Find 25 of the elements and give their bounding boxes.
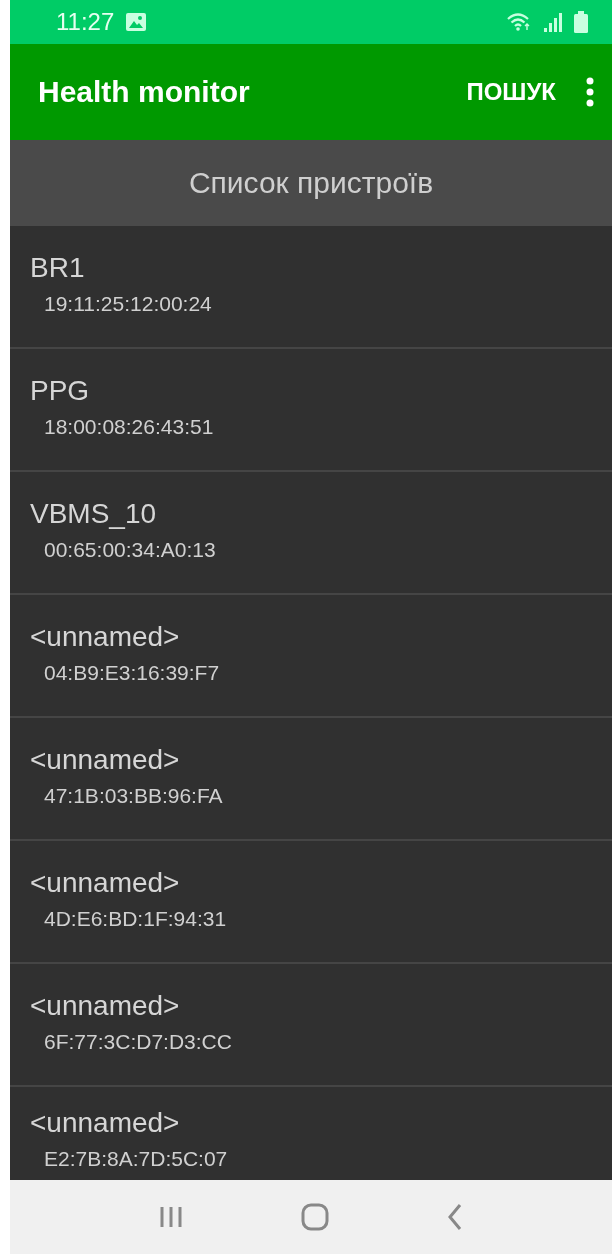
device-address[interactable]: 04:B9:E3:16:39:F7: [44, 659, 220, 687]
image-icon: [126, 13, 147, 31]
device-address[interactable]: 19:11:25:12:00:24: [44, 290, 212, 318]
device-name[interactable]: <unnamed>: [30, 990, 180, 1022]
device-address[interactable]: 4D:E6:BD:1F:94:31: [44, 905, 227, 933]
device-name[interactable]: VBMS_10: [30, 498, 157, 530]
device-name[interactable]: <unnamed>: [30, 744, 180, 776]
device-address[interactable]: 47:1B:03:BB:96:FA: [44, 782, 223, 810]
device-name[interactable]: <unnamed>: [30, 1107, 180, 1139]
clock: 11:27: [56, 8, 115, 36]
battery-icon: [574, 11, 588, 33]
device-name[interactable]: <unnamed>: [30, 867, 180, 899]
wifi-icon: [506, 12, 532, 32]
signal-icon: [544, 12, 562, 32]
search-button[interactable]: ПОШУК: [458, 70, 564, 114]
device-address[interactable]: 6F:77:3C:D7:D3:CC: [44, 1028, 232, 1056]
list-title: Список пристроїв: [188, 166, 434, 200]
more-options-icon[interactable]: [586, 77, 594, 107]
device-name[interactable]: PPG: [30, 375, 90, 407]
device-address[interactable]: 00:65:00:34:A0:13: [44, 536, 216, 564]
device-address[interactable]: 18:00:08:26:43:51: [44, 413, 214, 441]
device-name[interactable]: BR1: [30, 252, 85, 284]
device-name[interactable]: <unnamed>: [30, 621, 180, 653]
app-title: Health monitor: [38, 75, 251, 109]
device-address[interactable]: E2:7B:8A:7D:5C:07: [44, 1145, 228, 1173]
